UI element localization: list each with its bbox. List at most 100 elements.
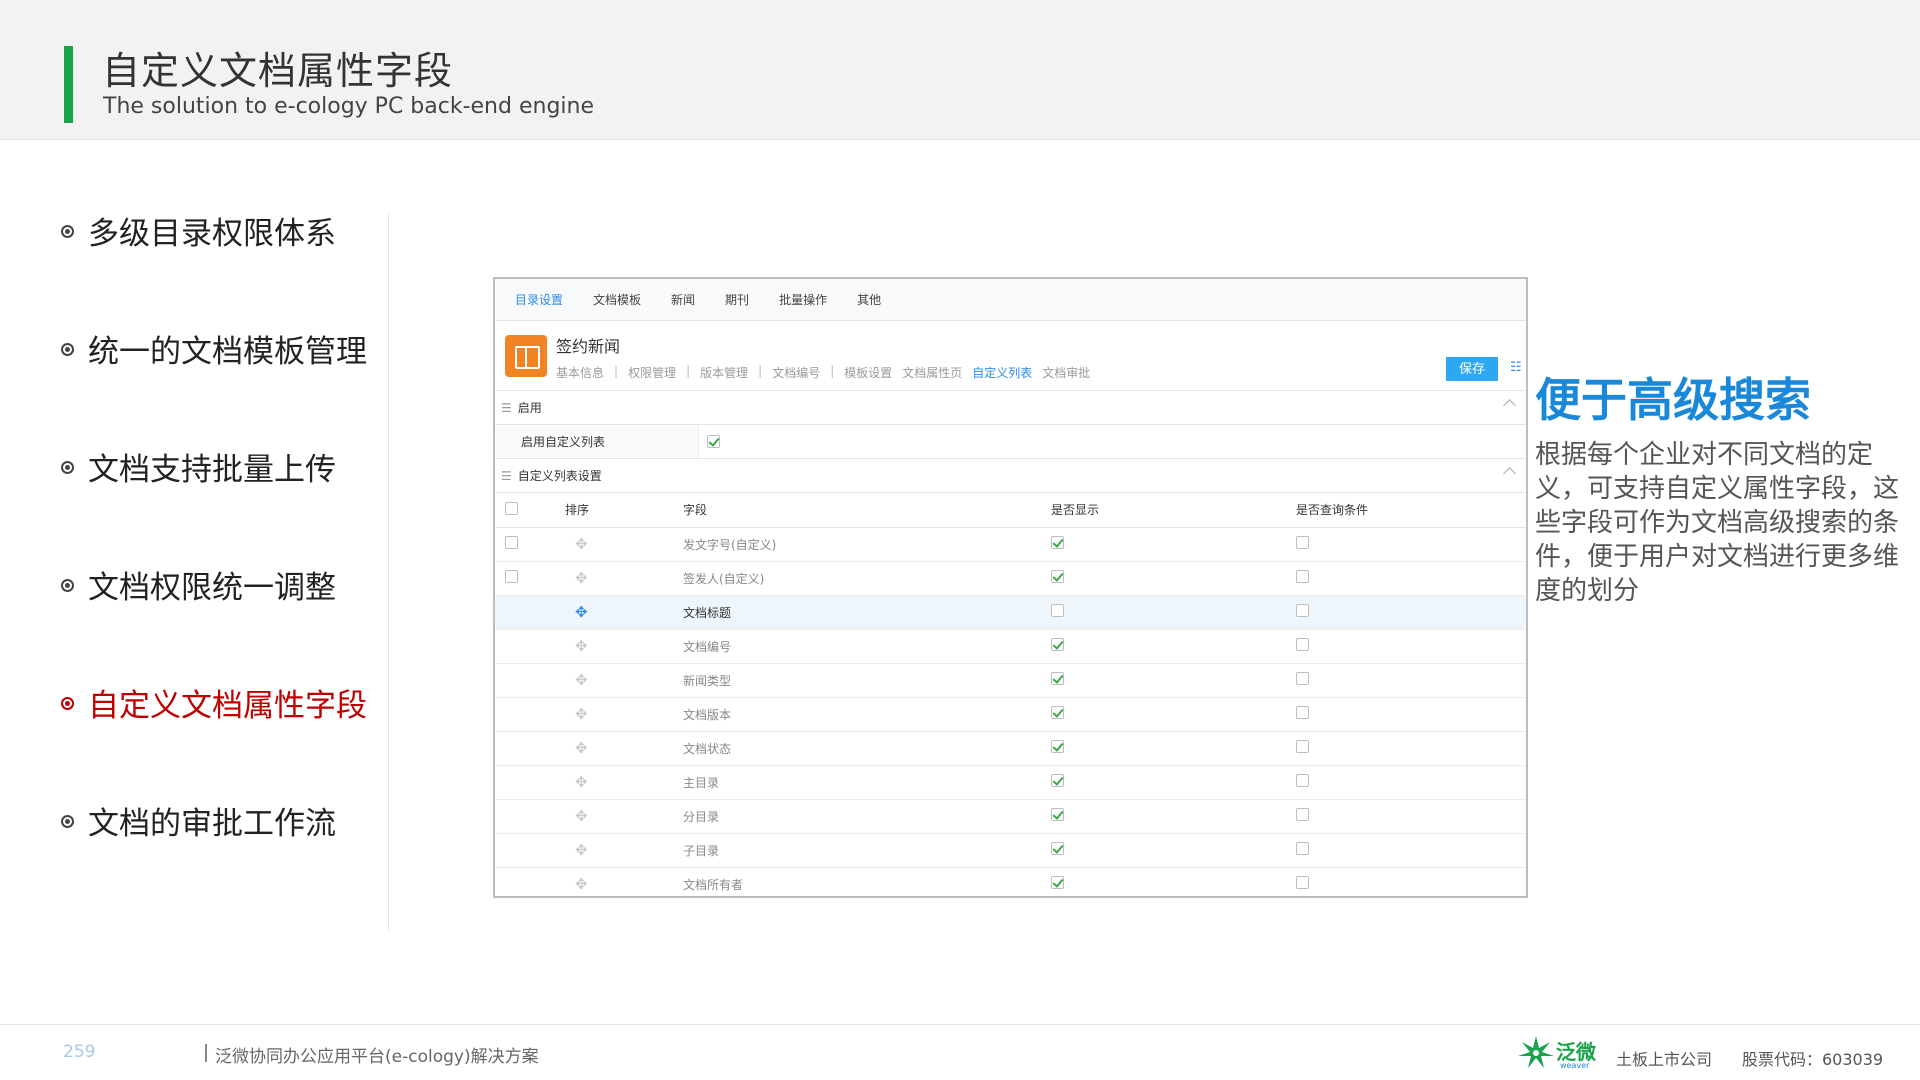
feature-label: 文档权限统一调整 [88, 570, 336, 606]
show-checkbox[interactable] [1051, 638, 1064, 651]
field-name: 签发人(自定义) [683, 561, 1051, 596]
enable-row: 启用自定义列表 [495, 425, 1526, 459]
table-row[interactable]: ✥ 签发人(自定义) [495, 561, 1526, 596]
separator: | [830, 364, 835, 378]
show-cell [1051, 697, 1296, 732]
subtab-item[interactable]: 权限管理 [628, 364, 676, 381]
list-icon[interactable]: ☷ [1510, 361, 1522, 375]
move-icon[interactable]: ✥ [565, 671, 588, 689]
show-checkbox[interactable] [1051, 740, 1064, 753]
query-checkbox[interactable] [1296, 876, 1309, 889]
section-list[interactable]: ☰ 自定义列表设置 [495, 459, 1526, 493]
query-checkbox[interactable] [1296, 570, 1309, 583]
show-checkbox[interactable] [1051, 570, 1064, 583]
tab-item[interactable]: 新闻 [671, 291, 695, 308]
query-checkbox[interactable] [1296, 536, 1309, 549]
field-name: 文档编号 [683, 629, 1051, 664]
table-row[interactable]: ✥ 分目录 [495, 799, 1526, 834]
table-row[interactable]: ✥ 发文字号(自定义) [495, 527, 1526, 562]
feature-item[interactable]: 文档的审批工作流 [56, 798, 386, 916]
query-checkbox[interactable] [1296, 740, 1309, 753]
move-icon[interactable]: ✥ [565, 637, 588, 655]
subtab-item[interactable]: 文档编号 [772, 364, 820, 381]
row-checkbox[interactable] [505, 536, 518, 549]
section-enable[interactable]: ☰ 启用 [495, 391, 1526, 425]
table-row[interactable]: ✥ 文档状态 [495, 731, 1526, 766]
chevron-up-icon[interactable] [1503, 467, 1516, 480]
query-checkbox[interactable] [1296, 706, 1309, 719]
query-checkbox[interactable] [1296, 672, 1309, 685]
show-cell [1051, 561, 1296, 596]
query-cell [1296, 629, 1526, 664]
feature-item[interactable]: 多级目录权限体系 [56, 208, 386, 326]
tab-item[interactable]: 批量操作 [779, 291, 827, 308]
accent-bar [64, 46, 73, 123]
table-row[interactable]: ✥ 新闻类型 [495, 663, 1526, 698]
sort-cell: ✥ [563, 867, 683, 896]
move-icon[interactable]: ✥ [565, 535, 588, 553]
show-checkbox[interactable] [1051, 808, 1064, 821]
feature-item[interactable]: 文档支持批量上传 [56, 444, 386, 562]
query-checkbox[interactable] [1296, 638, 1309, 651]
table-row[interactable]: ✥ 文档标题 [495, 595, 1526, 630]
move-icon[interactable]: ✥ [565, 773, 588, 791]
doc-header: 签约新闻 基本信息 | 权限管理 | 版本管理 | 文档编号 | 模板设置 文档属性页 自定义列表文… [495, 321, 1526, 391]
query-cell [1296, 663, 1526, 698]
subtab-item[interactable]: 版本管理 [700, 364, 748, 381]
query-checkbox[interactable] [1296, 774, 1309, 787]
show-checkbox[interactable] [1051, 604, 1064, 617]
tab-item[interactable]: 目录设置 [515, 291, 563, 308]
tab-item[interactable]: 其他 [857, 291, 881, 308]
save-button[interactable]: 保存 [1446, 357, 1498, 381]
move-icon[interactable]: ✥ [565, 739, 588, 757]
show-checkbox[interactable] [1051, 706, 1064, 719]
subtab-item[interactable]: 基本信息 [556, 364, 604, 381]
subtab-item[interactable]: 文档审批 [1042, 364, 1090, 381]
chevron-up-icon[interactable] [1503, 399, 1516, 412]
feature-item[interactable]: 自定义文档属性字段 [56, 680, 386, 798]
move-icon[interactable]: ✥ [565, 603, 588, 621]
row-select-cell [495, 765, 563, 800]
feature-item[interactable]: 文档权限统一调整 [56, 562, 386, 680]
table-row[interactable]: ✥ 文档所有者 [495, 867, 1526, 896]
show-checkbox[interactable] [1051, 536, 1064, 549]
move-icon[interactable]: ✥ [565, 807, 588, 825]
subtab-item[interactable]: 文档属性页 [902, 364, 962, 381]
brand-logo: 泛微 weaver [1516, 1032, 1600, 1074]
col-header: 是否显示 [1051, 493, 1296, 528]
show-checkbox[interactable] [1051, 876, 1064, 889]
table-row[interactable]: ✥ 文档版本 [495, 697, 1526, 732]
row-select-cell [495, 697, 563, 732]
move-icon[interactable]: ✥ [565, 569, 588, 587]
enable-checkbox[interactable] [707, 435, 720, 448]
table-row[interactable]: ✥ 子目录 [495, 833, 1526, 868]
enable-label: 启用自定义列表 [495, 425, 699, 458]
tab-item[interactable]: 期刊 [725, 291, 749, 308]
tab-item[interactable]: 文档模板 [593, 291, 641, 308]
query-cell [1296, 867, 1526, 896]
move-icon[interactable]: ✥ [565, 705, 588, 723]
table-row[interactable]: ✥ 文档编号 [495, 629, 1526, 664]
sort-cell: ✥ [563, 527, 683, 562]
move-icon[interactable]: ✥ [565, 875, 588, 893]
subtab-item[interactable]: 模板设置 [844, 364, 892, 381]
move-icon[interactable]: ✥ [565, 841, 588, 859]
field-name: 文档所有者 [683, 867, 1051, 896]
feature-heading: 便于高级搜索 [1535, 373, 1811, 427]
show-checkbox[interactable] [1051, 842, 1064, 855]
select-all-checkbox[interactable] [505, 501, 518, 515]
feature-item[interactable]: 统一的文档模板管理 [56, 326, 386, 444]
row-checkbox[interactable] [505, 570, 518, 583]
field-name: 分目录 [683, 799, 1051, 834]
show-checkbox[interactable] [1051, 774, 1064, 787]
listed-company: 土板上市公司 [1616, 1050, 1713, 1069]
page-subtitle: The solution to e-cology PC back-end eng… [103, 94, 594, 119]
top-nav: 目录设置 文档模板 新闻 期刊 批量操作 其他 [495, 279, 1526, 321]
query-checkbox[interactable] [1296, 604, 1309, 617]
table-row[interactable]: ✥ 主目录 [495, 765, 1526, 800]
subtab-item[interactable]: 自定义列表 [972, 364, 1032, 381]
query-checkbox[interactable] [1296, 808, 1309, 821]
query-checkbox[interactable] [1296, 842, 1309, 855]
col-header: 是否查询条件 [1296, 493, 1526, 528]
show-checkbox[interactable] [1051, 672, 1064, 685]
